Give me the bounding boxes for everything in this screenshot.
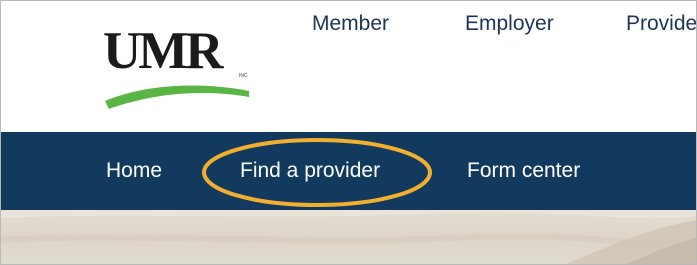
nav-provider-link[interactable]: Provider (626, 12, 696, 36)
hero-fabric-texture (1, 210, 696, 264)
nav-form-center[interactable]: Form center (467, 159, 580, 183)
page-frame: UMR INC Member Employer Provider Home Fi… (0, 0, 697, 265)
nav-find-a-provider[interactable]: Find a provider (240, 159, 380, 183)
logo-swoosh-icon (105, 85, 249, 109)
logo-wordmark: UMR (103, 22, 224, 80)
nav-member-link[interactable]: Member (312, 12, 389, 36)
hero-image (1, 210, 696, 264)
site-header: UMR INC Member Employer Provider (1, 1, 696, 132)
nav-employer-link[interactable]: Employer (465, 12, 554, 36)
umr-logo[interactable]: UMR INC (103, 25, 253, 113)
nav-home[interactable]: Home (106, 159, 162, 183)
main-nav-bar: Home Find a provider Form center (1, 132, 696, 210)
